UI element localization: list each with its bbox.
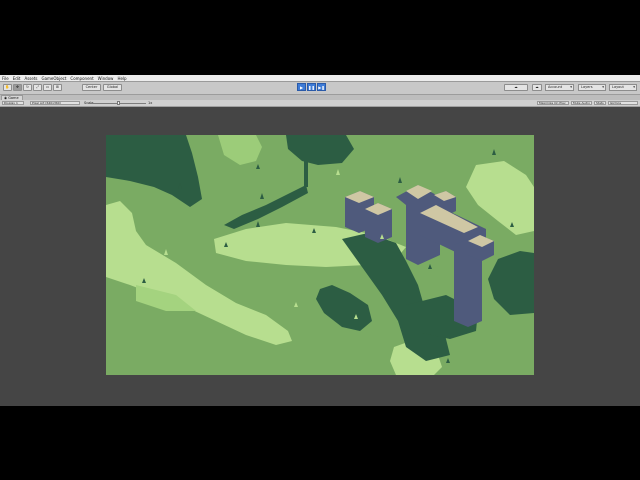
move-icon: ✥ <box>16 85 19 89</box>
rotate-icon: ↻ <box>26 85 29 89</box>
display-dropdown[interactable]: Display 1 <box>2 101 24 105</box>
stats-label: Stats <box>596 101 604 105</box>
space-toggle[interactable]: Global <box>103 84 122 91</box>
layers-label: Layers <box>581 85 593 89</box>
account-label: Account <box>548 85 563 89</box>
chevron-down-icon: ▾ <box>633 85 635 89</box>
tree-trunk <box>304 145 308 187</box>
resolution-dropdown[interactable]: Pixel Art (640x360) <box>30 101 80 105</box>
maximize-on-play-toggle[interactable]: Maximize On Play <box>537 101 569 105</box>
game-scene <box>106 135 534 375</box>
main-toolbar: ✋ ✥ ↻ ⤢ ▭ ⊞ Center Global ▶ ❚❚ ▶❚ ☁ ☁ Ac… <box>0 82 640 95</box>
scale-tool-button[interactable]: ⤢ <box>33 84 42 91</box>
rect-icon: ▭ <box>45 85 50 89</box>
pause-icon: ❚❚ <box>308 85 315 90</box>
gizmos-dropdown[interactable]: Gizmos <box>608 101 638 105</box>
step-icon: ▶❚ <box>318 85 325 90</box>
pivot-label: Center <box>85 85 98 89</box>
menu-component[interactable]: Component <box>68 76 95 81</box>
game-render-view[interactable] <box>106 135 534 375</box>
hand-icon: ✋ <box>5 85 10 89</box>
cloud-icon: ☁ <box>514 85 518 89</box>
play-button[interactable]: ▶ <box>297 83 306 91</box>
pause-button[interactable]: ❚❚ <box>307 83 316 91</box>
menu-gameobject[interactable]: GameObject <box>39 76 68 81</box>
layout-dropdown[interactable]: Layout ▾ <box>609 84 637 91</box>
menu-assets[interactable]: Assets <box>22 76 39 81</box>
account-dropdown[interactable]: Account ▾ <box>545 84 574 91</box>
move-tool-button[interactable]: ✥ <box>13 84 22 91</box>
play-icon: ▶ <box>299 85 304 90</box>
menu-bar: File Edit Assets GameObject Component Wi… <box>0 75 640 82</box>
layers-dropdown[interactable]: Layers ▾ <box>578 84 606 91</box>
chevron-down-icon: ▾ <box>602 85 604 89</box>
menu-edit[interactable]: Edit <box>11 76 23 81</box>
pivot-toggle[interactable]: Center <box>82 84 101 91</box>
space-label: Global <box>106 85 119 89</box>
game-view-toolbar: Display 1 Pixel Art (640x360) Scale 1x M… <box>0 100 640 107</box>
hand-tool-button[interactable]: ✋ <box>3 84 12 91</box>
chevron-down-icon: ▾ <box>570 85 572 89</box>
transform-icon: ⊞ <box>56 85 59 89</box>
mute-audio-toggle[interactable]: Mute Audio <box>571 101 592 105</box>
display-label: Display 1 <box>4 101 18 105</box>
step-button[interactable]: ▶❚ <box>317 83 326 91</box>
collab-button[interactable]: ☁ <box>504 84 528 91</box>
scale-icon: ⤢ <box>36 85 39 89</box>
scale-slider-thumb[interactable] <box>117 101 120 105</box>
rotate-tool-button[interactable]: ↻ <box>23 84 32 91</box>
transform-tool-button[interactable]: ⊞ <box>53 84 62 91</box>
scale-value: 1x <box>148 101 153 105</box>
services-button[interactable]: ☁ <box>532 84 542 91</box>
cloud-services-icon: ☁ <box>535 85 539 89</box>
rect-tool-button[interactable]: ▭ <box>43 84 52 91</box>
layout-label: Layout <box>612 85 624 89</box>
mute-label: Mute Audio <box>573 101 590 105</box>
menu-help[interactable]: Help <box>115 76 128 81</box>
gizmos-label: Gizmos <box>610 101 622 105</box>
menu-window[interactable]: Window <box>96 76 116 81</box>
resolution-label: Pixel Art (640x360) <box>32 101 61 105</box>
menu-file[interactable]: File <box>0 76 11 81</box>
maximize-label: Maximize On Play <box>539 101 566 105</box>
stats-toggle[interactable]: Stats <box>594 101 606 105</box>
